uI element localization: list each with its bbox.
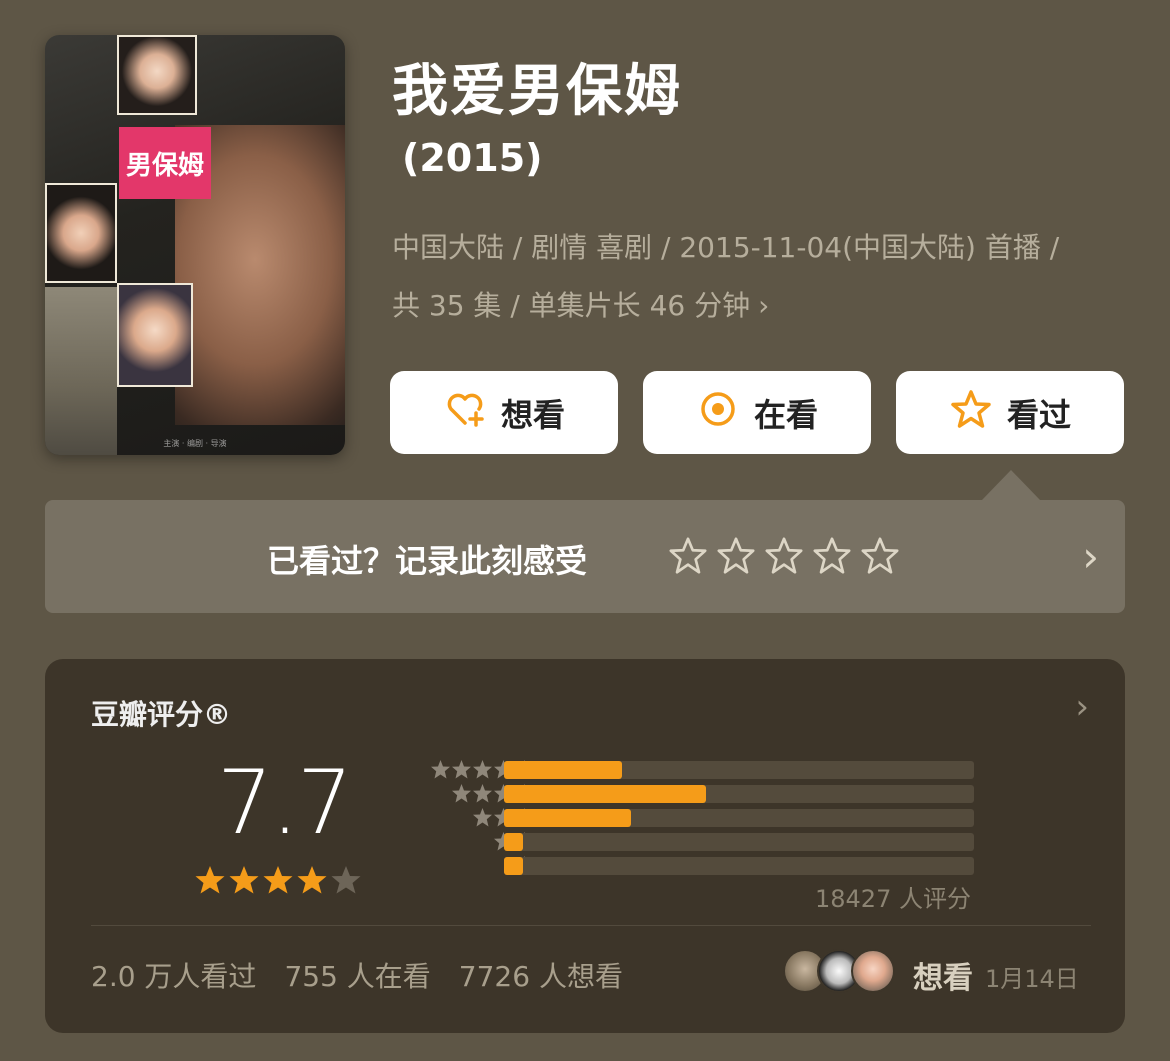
watched-label: 看过 xyxy=(1006,395,1071,434)
star-icon xyxy=(297,866,327,894)
rating-count: 18427 人评分 xyxy=(815,885,971,913)
distribution-bar-1 xyxy=(504,857,523,875)
poster-portrait-1 xyxy=(117,35,197,115)
small-star-icon xyxy=(452,760,471,779)
want-count[interactable]: 7726 人想看 xyxy=(459,955,623,995)
watching-count[interactable]: 755 人在看 xyxy=(284,955,430,995)
distribution-bar-track xyxy=(504,785,974,803)
rating-card[interactable]: 豆瓣评分® › 7.7 18427 人评分 2.0 万人看过 755 人在看 7… xyxy=(45,659,1125,1033)
meta-line-2: 共 35 集 / 单集片长 46 分钟 xyxy=(392,289,751,322)
release-year: (2015) xyxy=(402,136,543,180)
star-outline-icon xyxy=(949,387,993,439)
rate-star-4-icon[interactable] xyxy=(811,535,853,577)
rate-star-3-icon[interactable] xyxy=(763,535,805,577)
small-star-icon xyxy=(473,784,492,803)
star-icon xyxy=(331,866,361,894)
poster-portrait-3 xyxy=(117,283,193,387)
distribution-bar-4 xyxy=(504,785,707,803)
poster-logo: 男保姆 xyxy=(119,127,211,199)
want-to-watch-button[interactable]: 想看 xyxy=(390,371,618,454)
rating-label: 豆瓣评分® xyxy=(91,698,232,731)
want-to-watch-label: 想看 xyxy=(500,395,565,434)
rate-star-2-icon[interactable] xyxy=(715,535,757,577)
small-star-icon xyxy=(473,760,492,779)
distribution-bar-5 xyxy=(504,761,622,779)
small-star-icon xyxy=(452,784,471,803)
rating-score: 7.7 xyxy=(217,751,353,854)
heart-plus-icon xyxy=(443,387,487,439)
distribution-bar-2 xyxy=(504,833,523,851)
chevron-right-icon[interactable]: › xyxy=(1082,532,1099,581)
rate-star-5-icon[interactable] xyxy=(859,535,901,577)
distribution-bar-track xyxy=(504,809,974,827)
divider xyxy=(91,925,1091,926)
rate-stars[interactable] xyxy=(667,535,901,577)
small-star-icon xyxy=(431,760,450,779)
watched-button[interactable]: 看过 xyxy=(896,371,1124,454)
poster-credits: 主演 · 编剧 · 导演 xyxy=(163,439,227,448)
distribution-bar-track xyxy=(504,761,974,779)
chevron-right-icon[interactable]: › xyxy=(1075,687,1089,727)
meta-info[interactable]: 中国大陆 / 剧情 喜剧 / 2015-11-04(中国大陆) 首播 / xyxy=(392,226,1132,266)
rate-star-1-icon[interactable] xyxy=(667,535,709,577)
record-prompt: 已看过？记录此刻感受 xyxy=(267,542,588,580)
poster-portrait-2 xyxy=(45,183,117,283)
watched-count[interactable]: 2.0 万人看过 xyxy=(91,955,256,995)
page-title: 我爱男保姆 xyxy=(392,59,682,124)
distribution-bar-track xyxy=(504,857,974,875)
chevron-right-icon: › xyxy=(758,289,770,322)
meta-line-1: 中国大陆 / 剧情 喜剧 / 2015-11-04(中国大陆) 首播 / xyxy=(392,231,1060,264)
friend-avatars[interactable] xyxy=(783,949,895,993)
star-icon xyxy=(263,866,293,894)
distribution-bar-track xyxy=(504,833,974,851)
panel-pointer xyxy=(982,470,1040,500)
watching-button[interactable]: 在看 xyxy=(643,371,871,454)
star-icon xyxy=(229,866,259,894)
friend-date: 1月14日 xyxy=(985,965,1079,993)
star-icon xyxy=(195,866,225,894)
small-star-icon xyxy=(473,808,492,827)
watch-stats: 2.0 万人看过 755 人在看 7726 人想看 xyxy=(91,955,623,995)
record-panel[interactable]: 已看过？记录此刻感受 › xyxy=(45,500,1125,613)
rating-stars xyxy=(194,864,362,896)
watching-label: 在看 xyxy=(753,395,818,434)
distribution-bar-3 xyxy=(504,809,631,827)
avatar xyxy=(851,949,895,993)
friend-status: 想看 xyxy=(913,961,973,996)
poster-image[interactable]: 男保姆 主演 · 编剧 · 导演 xyxy=(45,35,345,455)
poster-portrait-4 xyxy=(45,287,117,455)
meta-info-2[interactable]: 共 35 集 / 单集片长 46 分钟 › xyxy=(392,284,1132,324)
target-circle-icon xyxy=(696,387,740,439)
